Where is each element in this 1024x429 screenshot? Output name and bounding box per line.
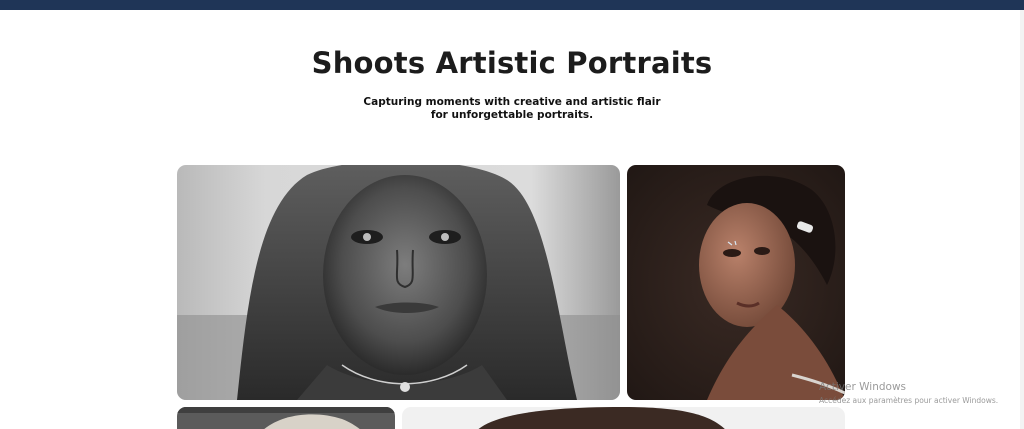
subtitle-line-1: Capturing moments with creative and arti… [363, 96, 661, 108]
gallery-photo-bottom-left[interactable] [177, 407, 395, 429]
watermark-subtitle: Accédez aux paramètres pour activer Wind… [819, 396, 999, 405]
subtitle-line-2: for unforgettable portraits. [430, 109, 594, 121]
hooded-portrait-image [177, 165, 620, 400]
gallery-photo-hair-clip-portrait[interactable] [627, 165, 845, 400]
page: Shoots Artistic Portraits Capturing mome… [0, 0, 1024, 429]
gallery-photo-hooded-portrait[interactable] [177, 165, 620, 400]
section-subtitle: Capturing moments with creative and arti… [0, 96, 1024, 122]
hair-clip-portrait-image [627, 165, 845, 400]
top-navigation-bar [0, 0, 1024, 10]
watermark-title: Activer Windows [819, 381, 907, 393]
gallery-photo-bottom-right[interactable] [402, 407, 845, 429]
section-title: Shoots Artistic Portraits [311, 46, 713, 80]
bottom-right-photo-image [402, 407, 845, 429]
bottom-left-photo-image [177, 407, 395, 429]
windows-activation-watermark: Activer Windows Accédez aux paramètres p… [819, 381, 998, 405]
